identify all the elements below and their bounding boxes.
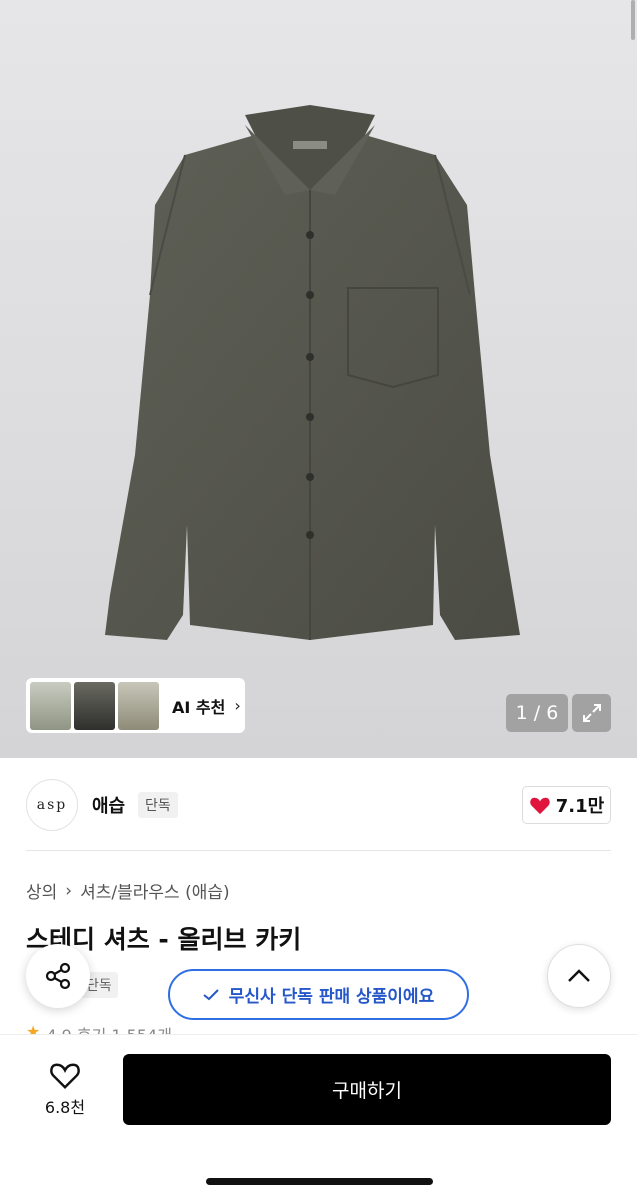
- divider: [26, 850, 611, 851]
- chevron-up-icon: [568, 969, 590, 982]
- product-image-gallery[interactable]: AI 추천 › 1 / 6: [0, 0, 637, 758]
- scrollbar: [631, 0, 635, 40]
- expand-icon: [582, 704, 601, 722]
- ai-thumbnail[interactable]: [118, 681, 159, 730]
- product-image: [105, 105, 520, 640]
- brand-like-button[interactable]: 7.1만: [522, 786, 611, 824]
- check-icon: [203, 988, 219, 1000]
- ai-recommend-card[interactable]: AI 추천 ›: [26, 678, 245, 733]
- breadcrumb-item[interactable]: 상의: [26, 878, 57, 903]
- ai-thumbnail[interactable]: [30, 681, 71, 730]
- star-icon: ★: [26, 1022, 41, 1034]
- chevron-right-icon: ›: [234, 696, 241, 715]
- exclusive-notice-pill[interactable]: 무신사 단독 판매 상품이에요: [168, 969, 469, 1020]
- expand-button[interactable]: [572, 694, 611, 732]
- rating-summary: ★ 4.9 후기 1,554개: [26, 1022, 172, 1034]
- breadcrumb: 상의 › 셔츠/블라우스 (애습): [26, 878, 230, 904]
- like-count: 7.1만: [555, 796, 605, 817]
- brand-logo[interactable]: asp: [26, 779, 78, 831]
- wish-count: 6.8천: [44, 1098, 86, 1117]
- share-icon: [45, 962, 71, 990]
- buy-button[interactable]: 구매하기: [123, 1054, 611, 1125]
- heart-outline-icon: [50, 1063, 80, 1090]
- breadcrumb-item[interactable]: 셔츠/블라우스 (애습): [80, 878, 230, 903]
- ai-thumbnail[interactable]: [74, 681, 115, 730]
- rating-text: 4.9 후기 1,554개: [46, 1022, 172, 1034]
- wishlist-button[interactable]: 6.8천: [26, 1054, 104, 1124]
- ai-recommend-label: AI 추천: [172, 697, 226, 717]
- brand-name[interactable]: 애습: [92, 792, 125, 818]
- chevron-right-icon: ›: [65, 880, 73, 901]
- heart-filled-icon: [530, 797, 550, 815]
- exclusive-badge: 단독: [138, 792, 178, 818]
- image-counter: 1 / 6: [506, 694, 568, 732]
- scroll-top-button[interactable]: [547, 944, 611, 1008]
- exclusive-notice-text: 무신사 단독 판매 상품이에요: [228, 987, 435, 1007]
- home-indicator: [206, 1178, 433, 1185]
- share-button[interactable]: [26, 944, 90, 1008]
